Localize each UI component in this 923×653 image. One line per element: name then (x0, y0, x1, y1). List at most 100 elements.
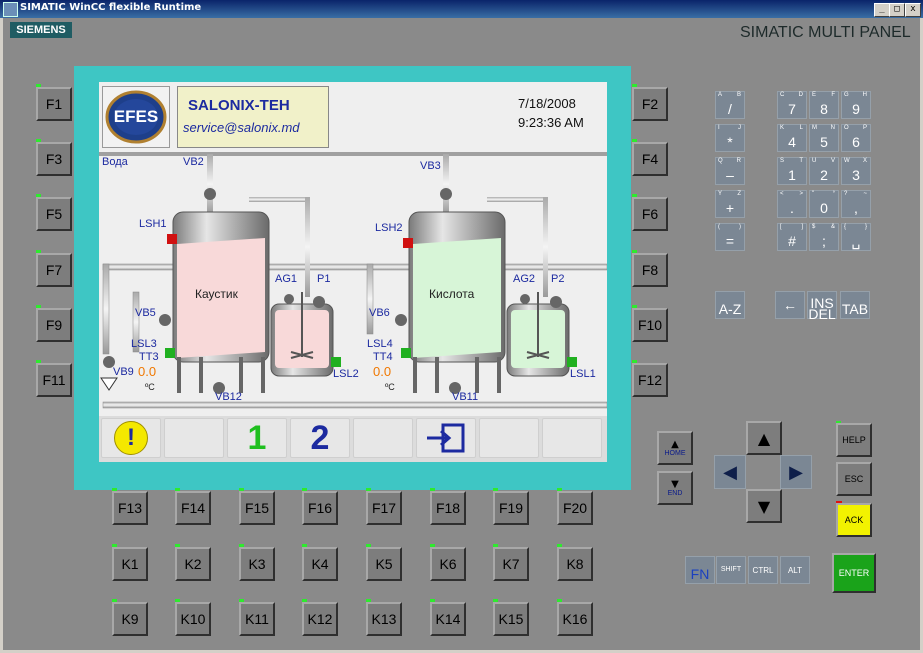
key-k10[interactable]: K10 (175, 602, 211, 636)
keypad-sub-label: U (812, 158, 817, 164)
arrow-up-key[interactable]: ▲ (746, 421, 782, 455)
key-k7[interactable]: K7 (493, 547, 529, 581)
keypad-key-13[interactable]: < >. (777, 190, 807, 218)
key-k15[interactable]: K15 (493, 602, 529, 636)
company-name: SALONIX-TEH (188, 97, 290, 114)
key-k4[interactable]: K4 (302, 547, 338, 581)
close-button[interactable]: x (905, 3, 921, 17)
keypad-main-label: # (788, 233, 796, 249)
help-key[interactable]: HELP (836, 423, 872, 457)
key-k16[interactable]: K16 (557, 602, 593, 636)
key-f8[interactable]: F8 (632, 253, 668, 287)
key-f20[interactable]: F20 (557, 491, 593, 525)
ins-del-key[interactable]: INS DEL (807, 291, 837, 322)
keypad-key-1[interactable]: C D7 (777, 91, 807, 119)
keypad-key-5[interactable]: K L4 (777, 124, 807, 152)
key-f3[interactable]: F3 (36, 142, 72, 176)
key-k14[interactable]: K14 (430, 602, 466, 636)
temp-tt4-value: 0.0 (373, 364, 392, 379)
key-f14[interactable]: F14 (175, 491, 211, 525)
keypad-key-11[interactable]: W X3 (841, 157, 871, 185)
key-f11[interactable]: F11 (36, 363, 72, 397)
keypad-key-3[interactable]: G H9 (841, 91, 871, 119)
key-f4[interactable]: F4 (632, 142, 668, 176)
tab-key[interactable]: TAB (840, 291, 870, 319)
maximize-button[interactable]: □ (889, 3, 905, 17)
key-f16[interactable]: F16 (302, 491, 338, 525)
keypad-key-6[interactable]: M N5 (809, 124, 839, 152)
keypad-main-label: 8 (820, 101, 828, 117)
key-f18[interactable]: F18 (430, 491, 466, 525)
key-k9[interactable]: K9 (112, 602, 148, 636)
arrow-right-key[interactable]: ▶ (780, 455, 812, 489)
backspace-key[interactable]: ← (775, 291, 805, 319)
nav-empty-button-1[interactable] (164, 418, 224, 458)
key-k6[interactable]: K6 (430, 547, 466, 581)
az-key[interactable]: A-Z (715, 291, 745, 319)
enter-key[interactable]: ENTER (832, 553, 876, 593)
key-k5[interactable]: K5 (366, 547, 402, 581)
nav-empty-button-2[interactable] (353, 418, 413, 458)
keypad-main-label: , (854, 200, 858, 216)
keypad-key-12[interactable]: Y Z + (715, 190, 745, 218)
key-k3[interactable]: K3 (239, 547, 275, 581)
arrow-left-key[interactable]: ◀ (714, 455, 746, 489)
key-k8[interactable]: K8 (557, 547, 593, 581)
keypad-main-label: ; (822, 233, 826, 249)
alt-label: ALT (787, 566, 803, 575)
keypad-key-15[interactable]: ? ~, (841, 190, 871, 218)
keypad-sub-label: [ (780, 224, 782, 230)
key-k11[interactable]: K11 (239, 602, 275, 636)
key-f15[interactable]: F15 (239, 491, 275, 525)
keypad-key-19[interactable]: {} ␣ (841, 223, 871, 251)
alarm-button[interactable]: ! (101, 418, 161, 458)
exit-button[interactable] (416, 418, 476, 458)
tank1-name: Каустик (195, 287, 238, 301)
key-f5[interactable]: F5 (36, 197, 72, 231)
home-key[interactable]: ▲ HOME (657, 431, 693, 465)
key-f13[interactable]: F13 (112, 491, 148, 525)
pump-p2-label: P2 (551, 273, 565, 285)
minimize-button[interactable]: _ (874, 3, 890, 17)
arrow-down-key[interactable]: ▼ (746, 489, 782, 523)
key-f6[interactable]: F6 (632, 197, 668, 231)
key-f9[interactable]: F9 (36, 308, 72, 342)
keypad-sub-label: F (831, 92, 835, 98)
keypad-key-17[interactable]: [] # (777, 223, 807, 251)
key-k13[interactable]: K13 (366, 602, 402, 636)
keypad-key-18[interactable]: $ &; (809, 223, 839, 251)
keypad-key-10[interactable]: U V2 (809, 157, 839, 185)
end-key[interactable]: ▼ END (657, 471, 693, 505)
nav-empty-button-3[interactable] (479, 418, 539, 458)
keypad-key-7[interactable]: O P6 (841, 124, 871, 152)
nav-empty-button-4[interactable] (542, 418, 602, 458)
keypad-key-0[interactable]: A B / (715, 91, 745, 119)
keypad-key-2[interactable]: E F8 (809, 91, 839, 119)
alt-key[interactable]: ALT (780, 556, 810, 584)
key-f1[interactable]: F1 (36, 87, 72, 121)
ack-key[interactable]: ACK (836, 503, 872, 537)
key-f7[interactable]: F7 (36, 253, 72, 287)
keypad-key-16[interactable]: () = (715, 223, 745, 251)
fn-key[interactable]: FN (685, 556, 715, 584)
logo-text: EFES (113, 107, 159, 126)
keypad-key-8[interactable]: Q R – (715, 157, 745, 185)
screen-1-button[interactable]: 1 (227, 418, 287, 458)
key-k12[interactable]: K12 (302, 602, 338, 636)
key-f12[interactable]: F12 (632, 363, 668, 397)
keypad-key-4[interactable]: I J * (715, 124, 745, 152)
esc-key[interactable]: ESC (836, 462, 872, 496)
key-f19[interactable]: F19 (493, 491, 529, 525)
help-label: HELP (842, 435, 866, 445)
key-f2[interactable]: F2 (632, 87, 668, 121)
keypad-key-9[interactable]: S T1 (777, 157, 807, 185)
alarm-icon: ! (114, 421, 148, 455)
keypad-key-14[interactable]: " ° 0 (809, 190, 839, 218)
key-k1[interactable]: K1 (112, 547, 148, 581)
key-k2[interactable]: K2 (175, 547, 211, 581)
ctrl-key[interactable]: CTRL (748, 556, 778, 584)
shift-key[interactable]: SHIFT (716, 556, 746, 584)
key-f17[interactable]: F17 (366, 491, 402, 525)
screen-2-button[interactable]: 2 (290, 418, 350, 458)
key-f10[interactable]: F10 (632, 308, 668, 342)
